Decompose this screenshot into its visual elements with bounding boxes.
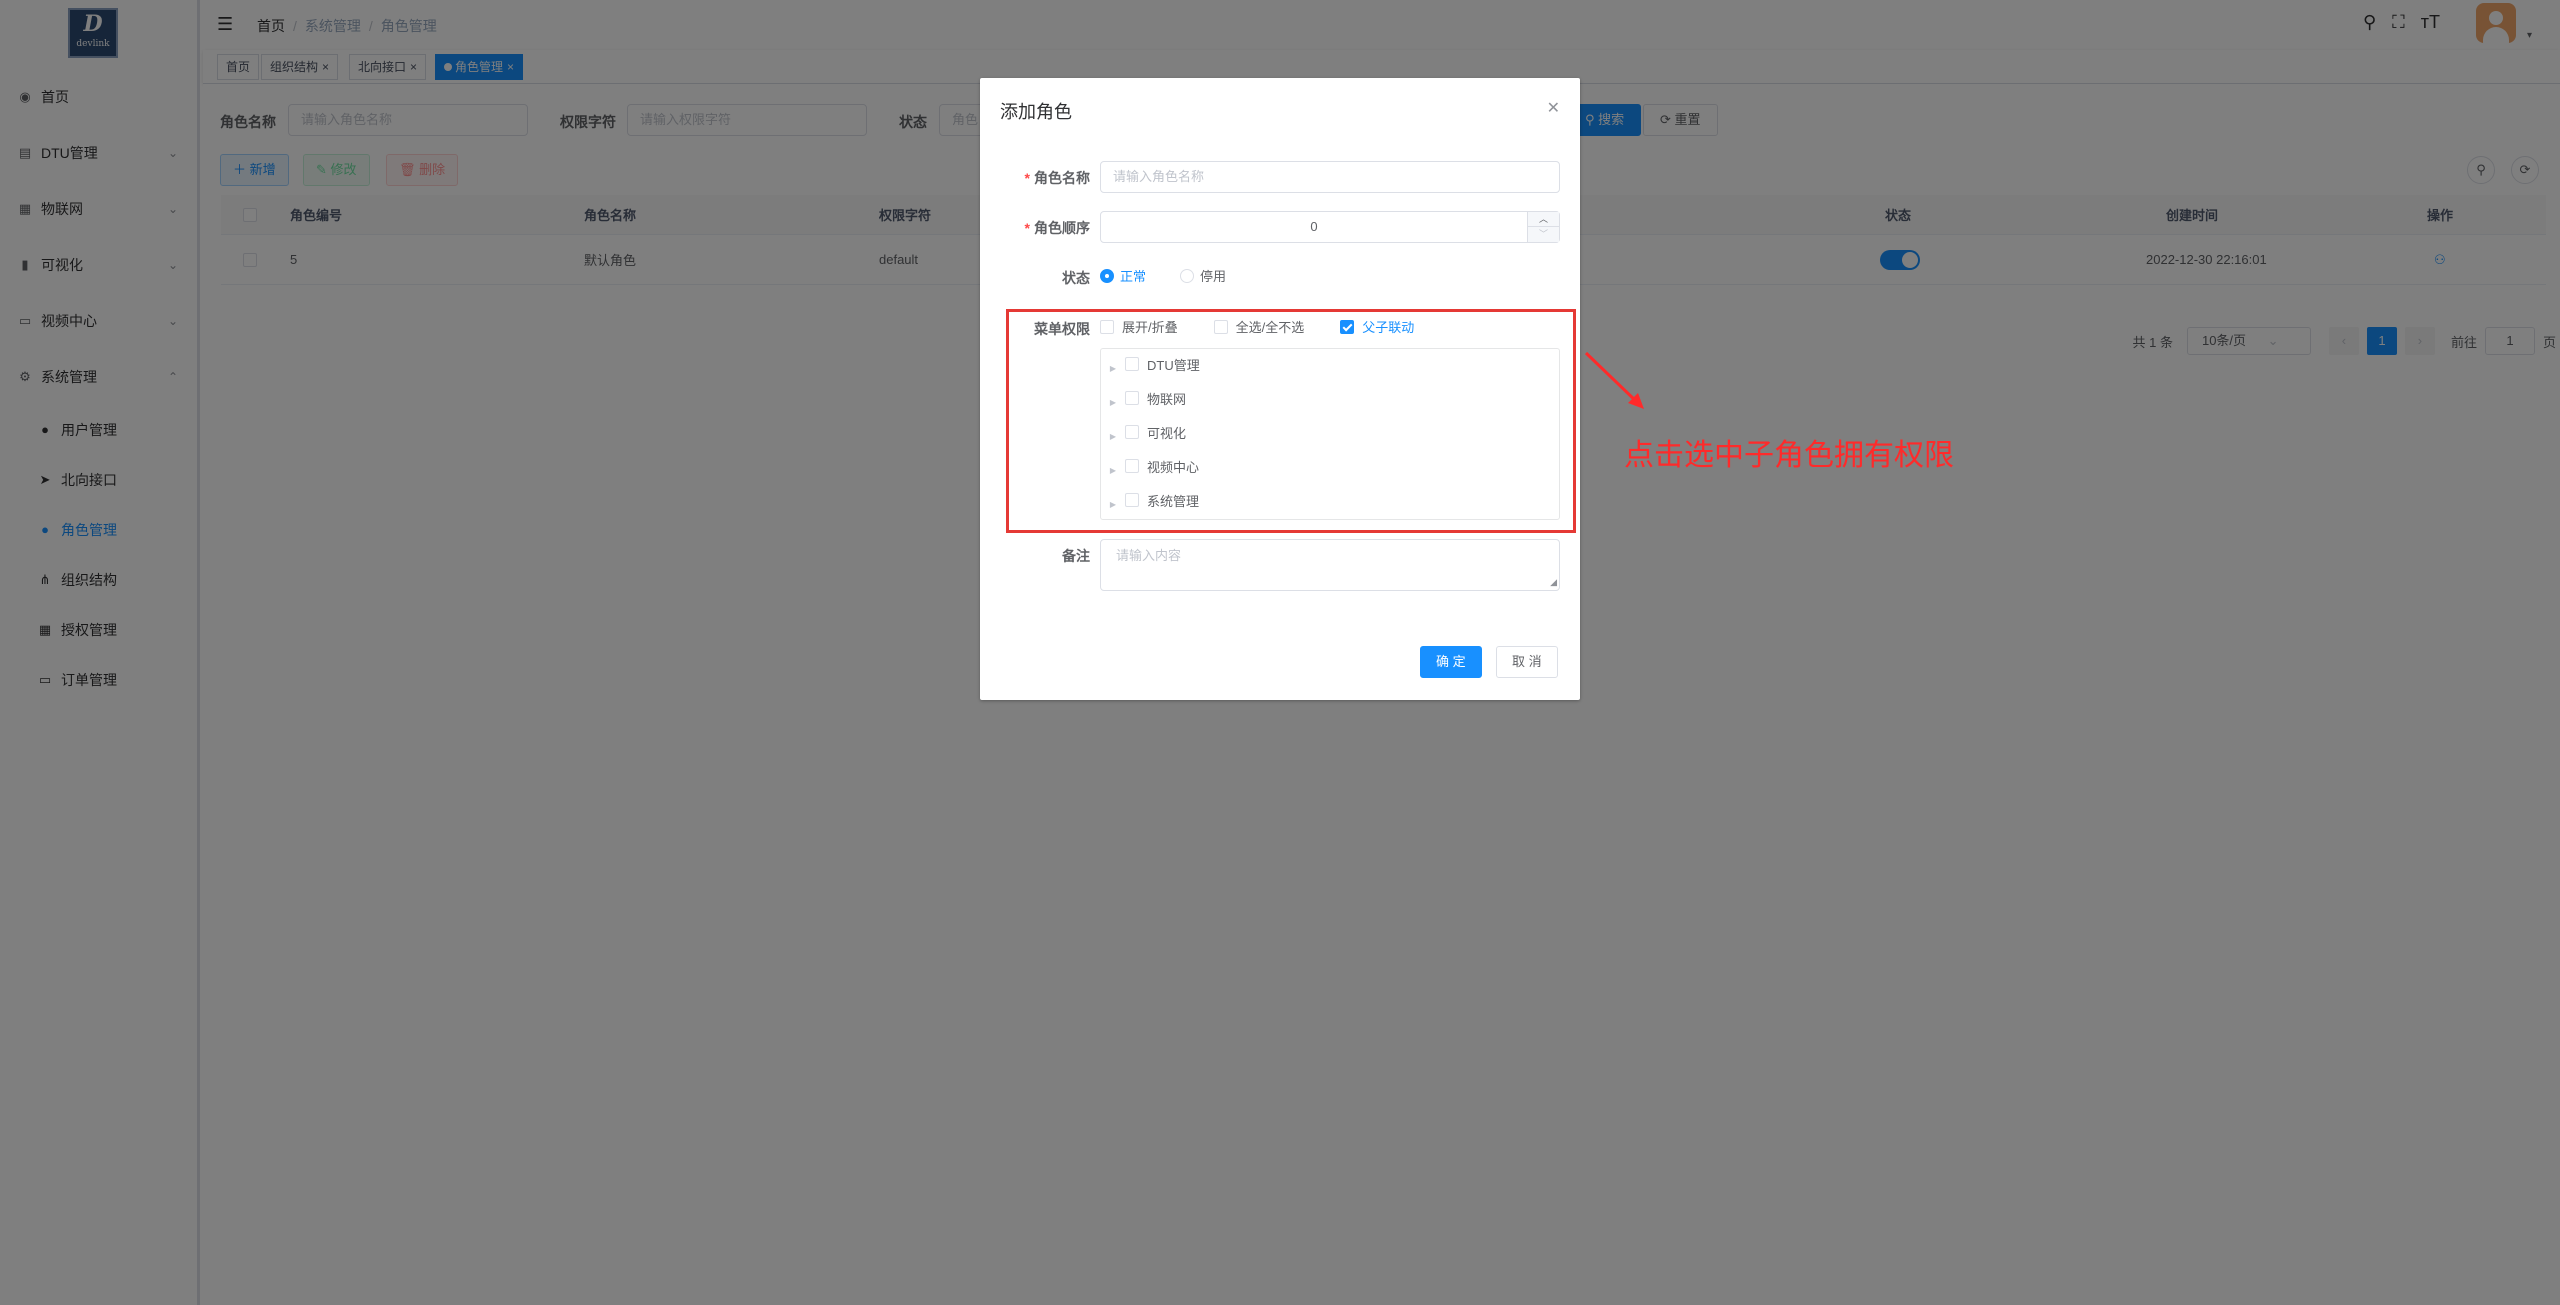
radio-label: 正常 bbox=[1120, 269, 1147, 284]
cancel-button[interactable]: 取 消 bbox=[1496, 646, 1558, 678]
radio-normal[interactable]: 正常 bbox=[1100, 266, 1146, 285]
annotation-text: 点击选中子角色拥有权限 bbox=[1624, 439, 1954, 472]
dialog-role-name-input[interactable]: 请输入角色名称 bbox=[1100, 161, 1560, 193]
radio-disabled[interactable]: 停用 bbox=[1180, 266, 1226, 285]
increase-arrow-icon[interactable]: ︿ bbox=[1528, 212, 1559, 227]
label-text: 角色名称 bbox=[1034, 170, 1090, 186]
radio-circle bbox=[1180, 268, 1195, 283]
stepper-value: 0 bbox=[1310, 219, 1318, 234]
decrease-arrow-icon[interactable]: ﹀ bbox=[1528, 227, 1559, 242]
required-mark: * bbox=[1024, 220, 1030, 236]
confirm-button[interactable]: 确 定 bbox=[1420, 646, 1482, 678]
status-radio-group: 正常 停用 bbox=[1100, 266, 1226, 285]
role-order-label: * 角色顺序 bbox=[1025, 218, 1090, 238]
required-mark: * bbox=[1024, 170, 1030, 186]
role-order-stepper[interactable]: 0 ︿ ﹀ bbox=[1100, 211, 1560, 243]
arrow-annotation-icon bbox=[1584, 351, 1644, 409]
highlight-box bbox=[1006, 309, 1576, 533]
radio-label: 停用 bbox=[1200, 269, 1227, 284]
dialog-title: 添加角色 bbox=[1000, 102, 1072, 122]
radio-circle bbox=[1100, 268, 1114, 283]
label-text: 角色顺序 bbox=[1034, 220, 1090, 236]
remark-placeholder: 请输入内容 bbox=[1116, 548, 1182, 563]
status-label: 状态 bbox=[1062, 270, 1090, 286]
stepper-arrows: ︿ ﹀ bbox=[1527, 212, 1559, 242]
remark-textarea[interactable]: 请输入内容 ◢ bbox=[1100, 539, 1560, 591]
remark-label: 备注 bbox=[1062, 548, 1090, 564]
resize-handle-icon[interactable]: ◢ bbox=[1550, 577, 1557, 588]
role-name-label: * 角色名称 bbox=[1025, 168, 1090, 188]
close-icon[interactable]: ✕ bbox=[1547, 98, 1560, 118]
